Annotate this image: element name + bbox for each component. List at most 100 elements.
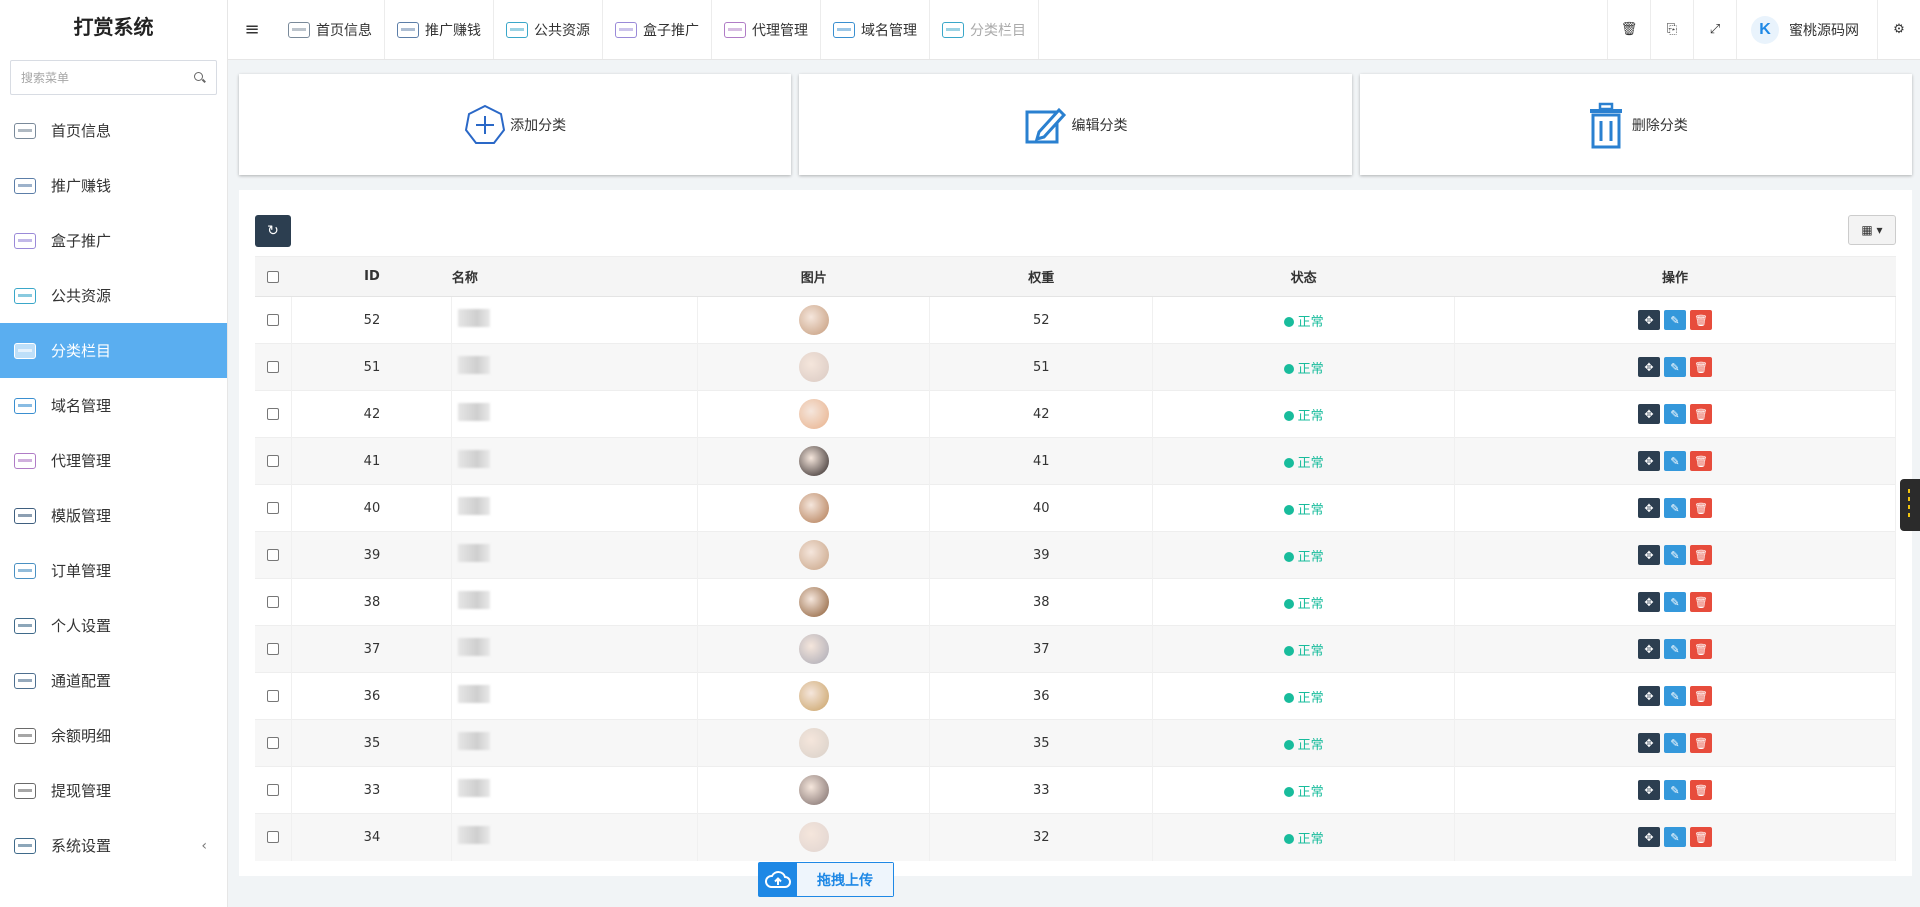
sidebar-item-12[interactable]: 提现管理 xyxy=(0,763,227,818)
col-id[interactable]: ID xyxy=(291,256,452,297)
user-menu[interactable]: K 蜜桃源码网 xyxy=(1736,0,1877,59)
edit-pencil-icon[interactable]: ✎ xyxy=(1664,733,1687,753)
row-checkbox[interactable] xyxy=(267,596,280,608)
tab-1[interactable]: 推广赚钱 xyxy=(385,0,494,59)
edit-pencil-icon[interactable]: ✎ xyxy=(1664,498,1687,518)
table-row[interactable]: 35 35 正常 ✥ ✎ 🗑 xyxy=(255,719,1896,767)
row-checkbox[interactable] xyxy=(267,502,280,514)
tab-0[interactable]: 首页信息 xyxy=(276,0,385,59)
move-icon[interactable]: ✥ xyxy=(1638,545,1661,565)
row-select-cell[interactable] xyxy=(255,296,293,344)
delete-trash-icon[interactable]: 🗑 xyxy=(1690,357,1713,377)
row-select-cell[interactable] xyxy=(255,625,293,673)
category-thumbnail[interactable] xyxy=(798,681,829,711)
delete-trash-icon[interactable]: 🗑 xyxy=(1690,592,1713,612)
row-checkbox[interactable] xyxy=(267,643,280,655)
menu-search-input[interactable]: 搜索菜单 xyxy=(10,60,217,95)
row-select-cell[interactable] xyxy=(255,719,293,767)
row-select-cell[interactable] xyxy=(255,531,293,579)
delete-trash-icon[interactable]: 🗑 xyxy=(1690,827,1713,848)
category-thumbnail[interactable] xyxy=(798,775,829,805)
delete-trash-icon[interactable]: 🗑 xyxy=(1690,545,1713,565)
side-drawer-handle[interactable] xyxy=(1900,479,1920,531)
table-row[interactable]: 36 36 正常 ✥ ✎ 🗑 xyxy=(255,672,1896,720)
edit-pencil-icon[interactable]: ✎ xyxy=(1664,310,1687,330)
sidebar-item-11[interactable]: 余额明细 xyxy=(0,708,227,763)
row-checkbox[interactable] xyxy=(267,831,280,844)
edit-category-button[interactable]: 编辑分类 xyxy=(799,74,1352,175)
sidebar-item-13[interactable]: 系统设置 ‹ xyxy=(0,818,227,873)
category-thumbnail[interactable] xyxy=(798,352,829,382)
col-weight[interactable]: 权重 xyxy=(929,256,1153,297)
sidebar-item-4[interactable]: 分类栏目 xyxy=(0,323,227,378)
table-row[interactable]: 33 33 正常 ✥ ✎ 🗑 xyxy=(255,766,1896,814)
add-category-button[interactable]: 添加分类 xyxy=(239,74,792,175)
table-row[interactable]: 39 39 正常 ✥ ✎ 🗑 xyxy=(255,531,1896,579)
sidebar-item-8[interactable]: 订单管理 xyxy=(0,543,227,598)
move-icon[interactable]: ✥ xyxy=(1638,404,1661,424)
move-icon[interactable]: ✥ xyxy=(1638,451,1661,471)
table-row[interactable]: 38 38 正常 ✥ ✎ 🗑 xyxy=(255,578,1896,626)
row-select-cell[interactable] xyxy=(255,343,293,391)
delete-trash-icon[interactable]: 🗑 xyxy=(1690,498,1713,518)
category-thumbnail[interactable] xyxy=(798,446,829,476)
row-select-cell[interactable] xyxy=(255,766,293,814)
delete-trash-icon[interactable]: 🗑 xyxy=(1690,451,1713,471)
tab-4[interactable]: 代理管理 xyxy=(712,0,821,59)
sidebar-item-7[interactable]: 模版管理 xyxy=(0,488,227,543)
move-icon[interactable]: ✥ xyxy=(1638,592,1661,612)
edit-pencil-icon[interactable]: ✎ xyxy=(1664,357,1687,377)
delete-trash-icon[interactable]: 🗑 xyxy=(1690,686,1713,706)
move-icon[interactable]: ✥ xyxy=(1638,827,1661,848)
delete-trash-icon[interactable]: 🗑 xyxy=(1690,780,1713,800)
table-row[interactable]: 51 51 正常 ✥ ✎ 🗑 xyxy=(255,343,1896,391)
delete-trash-icon[interactable]: 🗑 xyxy=(1690,639,1713,659)
table-row[interactable]: 52 52 正常 ✥ ✎ 🗑 xyxy=(255,296,1896,344)
move-icon[interactable]: ✥ xyxy=(1638,357,1661,377)
move-icon[interactable]: ✥ xyxy=(1638,686,1661,706)
col-name[interactable]: 名称 xyxy=(451,256,698,297)
category-thumbnail[interactable] xyxy=(798,540,829,570)
category-thumbnail[interactable] xyxy=(798,634,829,664)
sidebar-item-10[interactable]: 通道配置 xyxy=(0,653,227,708)
sidebar-item-5[interactable]: 域名管理 xyxy=(0,378,227,433)
table-row[interactable]: 41 41 正常 ✥ ✎ 🗑 xyxy=(255,437,1896,485)
category-thumbnail[interactable] xyxy=(798,587,829,617)
select-all-checkbox[interactable] xyxy=(267,270,280,283)
category-thumbnail[interactable] xyxy=(798,305,829,335)
fullscreen-icon[interactable]: ⤢ xyxy=(1693,0,1736,59)
edit-pencil-icon[interactable]: ✎ xyxy=(1664,827,1687,848)
settings-gear-icon[interactable]: ⚙ xyxy=(1877,0,1920,59)
row-select-cell[interactable] xyxy=(255,672,293,720)
sidebar-item-2[interactable]: 盒子推广 xyxy=(0,213,227,268)
category-thumbnail[interactable] xyxy=(798,728,829,758)
edit-pencil-icon[interactable]: ✎ xyxy=(1664,592,1687,612)
select-all-cell[interactable] xyxy=(255,256,292,297)
edit-pencil-icon[interactable]: ✎ xyxy=(1664,686,1687,706)
tab-3[interactable]: 盒子推广 xyxy=(603,0,712,59)
table-row[interactable]: 40 40 正常 ✥ ✎ 🗑 xyxy=(255,484,1896,532)
menu-toggle-icon[interactable]: ≡ xyxy=(228,0,276,59)
table-row[interactable]: 37 37 正常 ✥ ✎ 🗑 xyxy=(255,625,1896,673)
sidebar-item-3[interactable]: 公共资源 xyxy=(0,268,227,323)
row-select-cell[interactable] xyxy=(255,813,293,861)
table-row[interactable]: 34 32 正常 ✥ ✎ 🗑 xyxy=(255,813,1896,861)
tab-6[interactable]: 分类栏目 xyxy=(930,0,1039,59)
move-icon[interactable]: ✥ xyxy=(1638,498,1661,518)
row-checkbox[interactable] xyxy=(267,361,280,373)
row-select-cell[interactable] xyxy=(255,484,293,532)
row-checkbox[interactable] xyxy=(267,314,280,326)
delete-trash-icon[interactable]: 🗑 xyxy=(1690,733,1713,753)
delete-category-button[interactable]: 删除分类 xyxy=(1359,74,1912,175)
edit-pencil-icon[interactable]: ✎ xyxy=(1664,404,1687,424)
sidebar-item-0[interactable]: 首页信息 xyxy=(0,103,227,158)
row-checkbox[interactable] xyxy=(267,737,280,749)
tab-2[interactable]: 公共资源 xyxy=(494,0,603,59)
category-thumbnail[interactable] xyxy=(798,399,829,429)
drag-upload-button[interactable]: 拖拽上传 xyxy=(758,862,894,897)
category-thumbnail[interactable] xyxy=(798,493,829,523)
edit-pencil-icon[interactable]: ✎ xyxy=(1664,451,1687,471)
col-image[interactable]: 图片 xyxy=(697,256,930,297)
move-icon[interactable]: ✥ xyxy=(1638,639,1661,659)
edit-pencil-icon[interactable]: ✎ xyxy=(1664,639,1687,659)
